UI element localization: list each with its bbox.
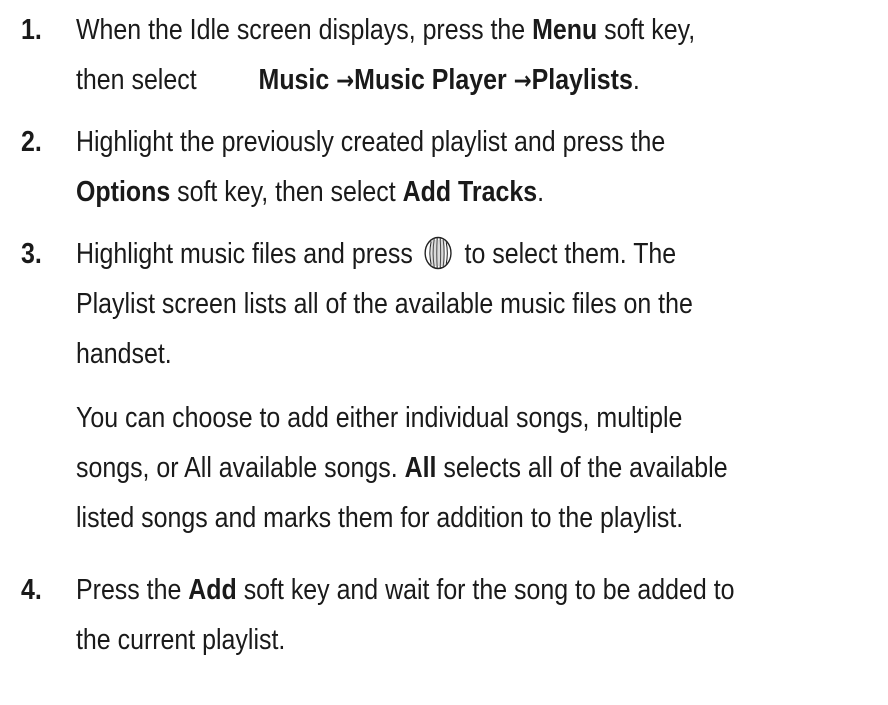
step-number: 3. bbox=[21, 238, 42, 270]
bold-text-run: Music Player bbox=[354, 64, 514, 96]
bold-text-run: Music bbox=[258, 64, 337, 96]
select-key-icon bbox=[423, 231, 452, 270]
text-run: soft key, then select bbox=[170, 176, 403, 208]
arrow-right-icon: → bbox=[513, 66, 532, 95]
bold-text-run: All bbox=[404, 452, 437, 484]
step-line: then select Music →Music Player →Playlist… bbox=[76, 50, 640, 111]
text-run: songs, or All available songs. bbox=[76, 452, 405, 484]
text-run: soft key and wait for the song to be add… bbox=[236, 574, 735, 606]
step-number: 1. bbox=[21, 14, 42, 46]
bold-text-run: Menu bbox=[532, 14, 598, 46]
text-run: Highlight music files and press bbox=[76, 238, 420, 270]
bold-text-run: Options bbox=[76, 176, 171, 208]
text-run: then select bbox=[76, 64, 197, 96]
text-run: handset. bbox=[76, 338, 172, 370]
step-number: 2. bbox=[21, 126, 42, 158]
bold-text-run: Playlists bbox=[531, 64, 633, 96]
text-run: When the Idle screen displays, press the bbox=[76, 14, 533, 46]
step-line: Options soft key, then select Add Tracks… bbox=[76, 162, 544, 222]
text-run: the current playlist. bbox=[76, 624, 286, 656]
step-line: listed songs and marks them for addition… bbox=[76, 488, 683, 548]
text-run: soft key, bbox=[597, 14, 696, 46]
text-run: Highlight the previously created playlis… bbox=[76, 126, 666, 158]
text-run: You can choose to add either individual … bbox=[76, 402, 683, 434]
instruction-page: 1. When the Idle screen displays, press … bbox=[0, 0, 888, 705]
text-run: . bbox=[537, 176, 545, 208]
text-run: to select them. The bbox=[457, 238, 677, 270]
step-line: the current playlist. bbox=[76, 610, 285, 670]
step-number: 4. bbox=[21, 574, 42, 606]
text-run: Press the bbox=[76, 574, 189, 606]
bold-text-run: Add bbox=[188, 574, 237, 606]
arrow-right-icon: → bbox=[336, 66, 355, 95]
text-run: selects all of the available bbox=[436, 452, 728, 484]
text-run: Playlist screen lists all of the availab… bbox=[76, 288, 693, 320]
text-run: listed songs and marks them for addition… bbox=[76, 502, 684, 534]
step-line: handset. bbox=[76, 324, 172, 384]
bold-text-run: Add Tracks bbox=[402, 176, 538, 208]
text-run: . bbox=[632, 64, 640, 96]
